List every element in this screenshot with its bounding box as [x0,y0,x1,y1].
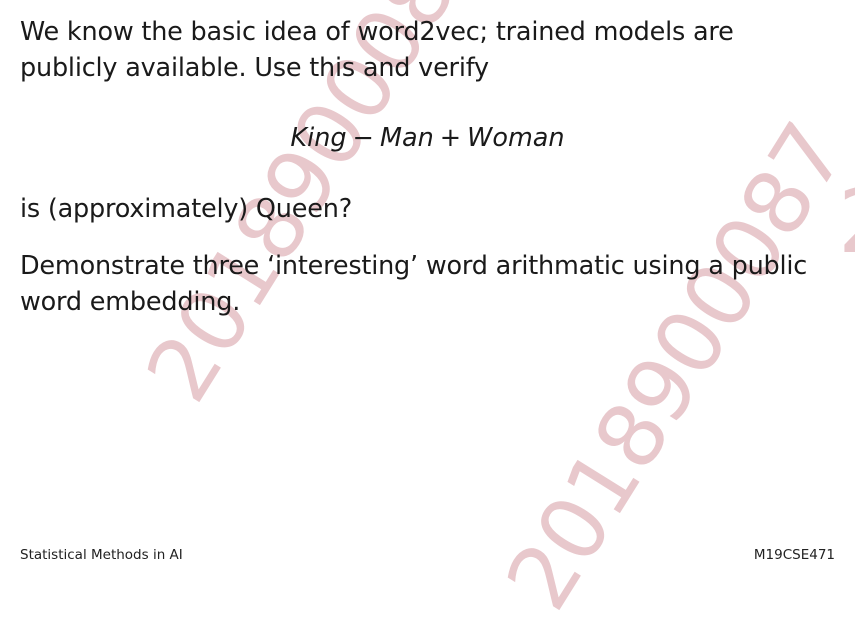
slide: We know the basic idea of word2vec; trai… [0,0,855,627]
footer-course-code: M19CSE471 [753,547,835,563]
question-paragraph: is (approximately) Queen? [20,194,353,224]
equation-minus-operator: − [352,123,374,153]
watermark-text: 2 [838,170,855,273]
footer-course-title: Statistical Methods in AI [20,547,183,563]
word-arithmetic-equation: King − Man + Woman [0,120,855,156]
equation-term-woman: Woman [467,123,565,153]
task-paragraph: Demonstrate three ‘interesting’ word ari… [20,251,808,317]
equation-term-king: King [290,123,347,153]
intro-paragraph: We know the basic idea of word2vec; trai… [20,17,734,83]
equation-plus-operator: + [439,123,462,153]
equation-term-man: Man [379,123,434,153]
